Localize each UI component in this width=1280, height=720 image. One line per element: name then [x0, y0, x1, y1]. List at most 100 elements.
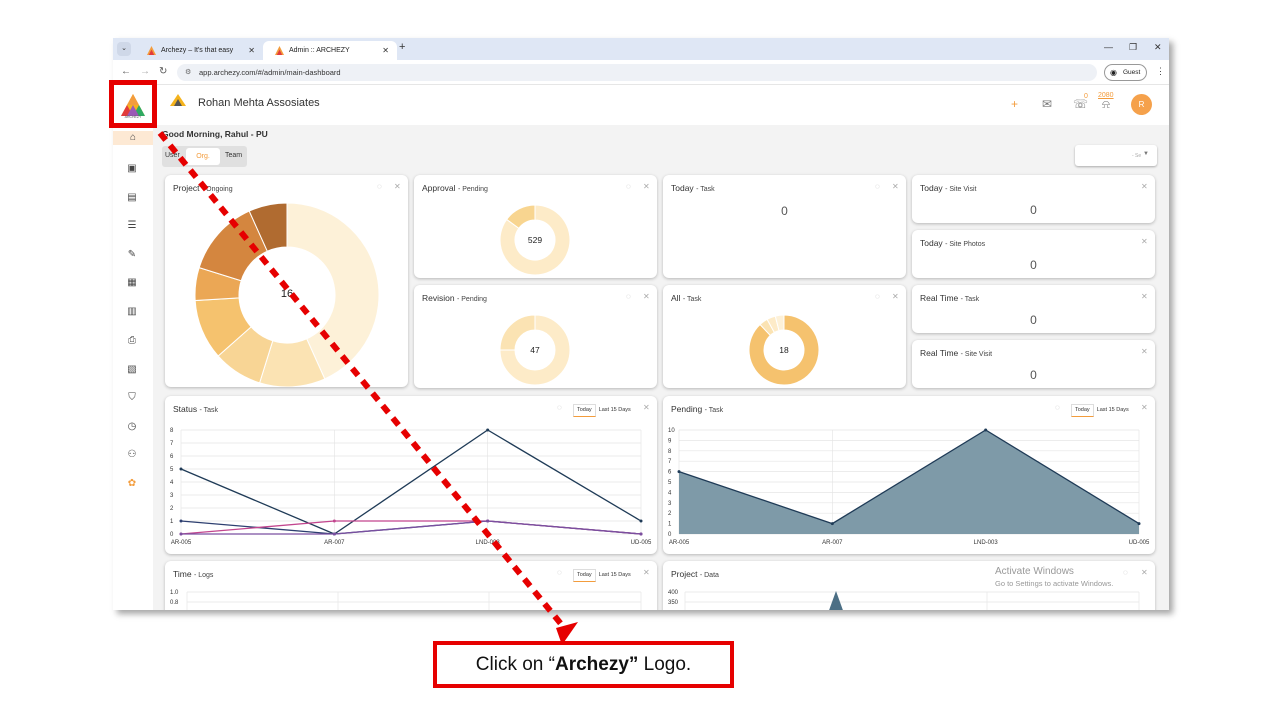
sidebar: ARCHEZY ⌂ ▣ ▤ ☰ ✎ ▦ ▥ ⎙ ▧ ⛉ ◷ ⚇ ✿ — [113, 85, 153, 610]
data-point[interactable] — [332, 519, 336, 523]
close-icon[interactable]: ✕ — [1141, 568, 1148, 577]
new-tab-button[interactable]: + — [399, 41, 405, 53]
avatar[interactable]: R — [1131, 94, 1152, 115]
bell-icon[interactable]: ⍾ — [1102, 97, 1110, 112]
back-button[interactable]: ← — [121, 66, 131, 77]
card-title: Pending - Task — [671, 404, 724, 414]
close-icon[interactable]: ✕ — [394, 182, 401, 191]
x-tick-label: UD-005 — [1129, 540, 1150, 546]
data-point[interactable] — [677, 470, 681, 474]
data-point[interactable] — [984, 428, 988, 432]
alerts-badge: 2080 — [1098, 92, 1114, 99]
sidebar-item-shield[interactable]: ⛉ — [125, 391, 139, 405]
sidebar-item-printer[interactable]: ⎙ — [125, 334, 139, 348]
data-point[interactable] — [639, 532, 643, 536]
data-point[interactable] — [830, 522, 834, 526]
minimize-button[interactable]: — — [1104, 42, 1113, 52]
reload-button[interactable]: ↻ — [159, 66, 167, 77]
sidebar-item-calendar[interactable]: ◷ — [125, 420, 139, 434]
sidebar-item-clipboard[interactable]: ▤ — [125, 191, 139, 205]
today-task-count: 0 — [781, 204, 788, 218]
sidebar-item-badge[interactable]: ▣ — [125, 162, 139, 176]
close-icon[interactable]: ✕ — [892, 182, 899, 191]
data-point[interactable] — [1137, 522, 1141, 526]
data-point[interactable] — [179, 467, 183, 471]
data-point[interactable] — [179, 519, 183, 523]
close-window-button[interactable]: ✕ — [1154, 42, 1162, 53]
close-icon[interactable]: ✕ — [1141, 237, 1148, 246]
profile-button[interactable]: ◉ Guest — [1104, 64, 1147, 81]
close-icon[interactable]: ✕ — [1141, 292, 1148, 301]
close-icon[interactable]: ✕ — [1141, 403, 1148, 412]
range-today[interactable]: Today — [1071, 404, 1094, 417]
data-point[interactable] — [639, 519, 643, 523]
sidebar-item-checklist[interactable]: ☰ — [125, 219, 139, 233]
range-last15[interactable]: Last 15 Days — [596, 405, 634, 416]
printer-icon: ⎙ — [128, 335, 136, 346]
hide-icon[interactable]: ◌ — [377, 182, 382, 191]
area-fill — [829, 591, 843, 610]
tab-admin[interactable]: Admin :: ARCHEZY ✕ — [263, 41, 397, 60]
revision-pending-card: Revision - Pending ◌ ✕ 47 — [414, 285, 657, 388]
tab-archezy-home[interactable]: Archezy – It's that easy ✕ — [135, 41, 263, 60]
data-point[interactable] — [486, 519, 490, 523]
hide-icon[interactable]: ◌ — [875, 292, 880, 301]
scope-org[interactable]: Org. — [186, 148, 220, 165]
y-tick-label: 7 — [170, 441, 174, 447]
scope-team[interactable]: Team — [225, 152, 242, 159]
forward-button[interactable]: → — [140, 66, 150, 77]
close-icon[interactable]: ✕ — [643, 403, 650, 412]
hide-icon[interactable]: ◌ — [626, 182, 631, 191]
close-icon[interactable]: ✕ — [643, 292, 650, 301]
browser-menu-icon[interactable]: ⋮ — [1156, 66, 1165, 77]
sidebar-item-photos[interactable]: ▧ — [125, 363, 139, 377]
range-toggle: Today Last 15 Days — [573, 569, 634, 582]
project-ongoing-card: Project - Ongoing ◌ ✕ 16 — [165, 175, 408, 387]
sidebar-item-book[interactable]: ▥ — [125, 305, 139, 319]
close-icon[interactable]: ✕ — [643, 568, 650, 577]
sidebar-item-receipt[interactable]: ▦ — [125, 276, 139, 290]
today-site-photos-count: 0 — [1030, 258, 1037, 272]
data-point[interactable] — [179, 532, 183, 536]
hide-icon[interactable]: ◌ — [875, 182, 880, 191]
home-icon: ⌂ — [129, 132, 137, 143]
hide-icon[interactable]: ◌ — [626, 292, 631, 301]
site-info-icon[interactable]: ⚙ — [185, 64, 191, 81]
filter-select[interactable]: - Se ▼ — [1075, 145, 1157, 166]
sidebar-item-edit[interactable]: ✎ — [125, 248, 139, 262]
archezy-favicon-icon — [147, 46, 156, 55]
tab-search-icon[interactable]: ⌄ — [117, 42, 131, 56]
address-bar[interactable]: ⚙ app.archezy.com/#/admin/main-dashboard — [177, 64, 1097, 81]
y-tick-label: 8 — [170, 428, 174, 434]
close-tab-icon[interactable]: ✕ — [382, 41, 389, 60]
close-icon[interactable]: ✕ — [1141, 347, 1148, 356]
close-icon[interactable]: ✕ — [643, 182, 650, 191]
close-tab-icon[interactable]: ✕ — [248, 41, 255, 60]
data-point[interactable] — [486, 428, 490, 432]
x-tick-label: AR-007 — [324, 540, 345, 546]
sidebar-item-org[interactable]: ⚇ — [125, 448, 139, 462]
range-today[interactable]: Today — [573, 569, 596, 582]
hide-icon[interactable]: ◌ — [557, 403, 562, 412]
x-tick-label: LND-003 — [974, 540, 999, 546]
hide-icon[interactable]: ◌ — [1123, 568, 1128, 577]
add-icon[interactable]: + — [1011, 97, 1018, 111]
range-last15[interactable]: Last 15 Days — [1094, 405, 1132, 416]
range-today[interactable]: Today — [573, 404, 596, 417]
sidebar-item-home[interactable]: ⌂ — [113, 131, 153, 145]
card-title: Real Time - Site Visit — [920, 348, 993, 358]
card-title: All - Task — [671, 293, 702, 303]
card-title: Project - Ongoing — [173, 183, 233, 193]
hide-icon[interactable]: ◌ — [557, 568, 562, 577]
scope-user[interactable]: User — [165, 152, 180, 159]
close-icon[interactable]: ✕ — [1141, 182, 1148, 191]
badge-icon: ▣ — [127, 163, 137, 174]
mail-icon[interactable]: ✉ — [1042, 97, 1052, 111]
restore-button[interactable]: ❐ — [1129, 42, 1137, 53]
hide-icon[interactable]: ◌ — [1055, 403, 1060, 412]
range-last15[interactable]: Last 15 Days — [596, 570, 634, 581]
close-icon[interactable]: ✕ — [892, 292, 899, 301]
sidebar-item-gift[interactable]: ✿ — [125, 477, 139, 491]
y-tick-label: 400 — [668, 590, 679, 596]
data-point[interactable] — [332, 532, 336, 536]
